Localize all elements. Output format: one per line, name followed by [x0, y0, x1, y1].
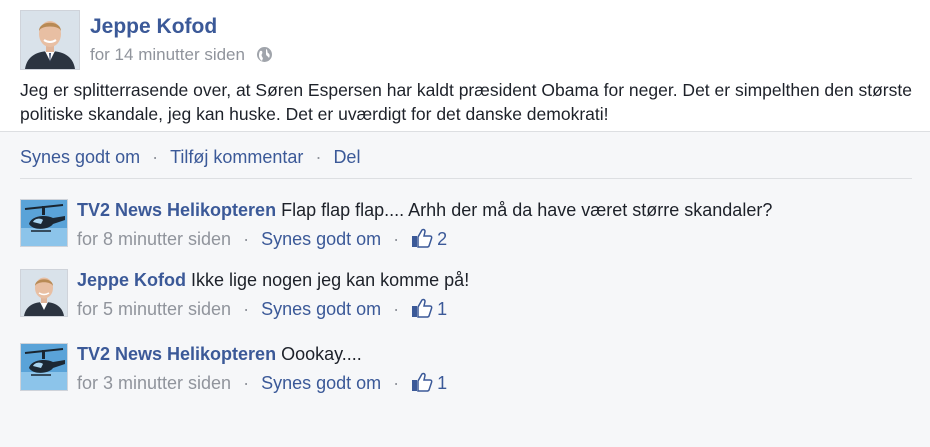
globe-icon[interactable] [256, 46, 273, 69]
post-time-text[interactable]: for 14 minutter siden [90, 45, 245, 64]
comment-time[interactable]: for 5 minutter siden [77, 299, 231, 319]
author-avatar[interactable] [20, 10, 80, 70]
separator: · [315, 147, 322, 167]
comment-text: Ikke lige nogen jeg kan komme på! [191, 270, 470, 290]
comment-body: TV2 News Helikopteren Flap flap flap....… [77, 199, 772, 221]
comment-author[interactable]: Jeppe Kofod [77, 270, 186, 290]
commenter-avatar[interactable] [20, 199, 68, 247]
comment-like-button[interactable]: Synes godt om [261, 229, 381, 249]
post-message: Jeg er splitterrasende over, at Søren Es… [20, 80, 912, 124]
separator: · [243, 373, 250, 393]
separator: · [243, 299, 250, 319]
post-header: Jeppe Kofod for 14 minutter siden [20, 10, 900, 70]
comment-like-button[interactable]: Synes godt om [261, 299, 381, 319]
share-button[interactable]: Del [333, 147, 360, 167]
add-comment-button[interactable]: Tilføj kommentar [170, 147, 303, 167]
comment-text: Oookay.... [281, 344, 362, 364]
separator: · [393, 229, 400, 249]
comment-author[interactable]: TV2 News Helikopteren [77, 200, 276, 220]
feedback-panel: Synes godt om · Tilføj kommentar · Del TV2 N… [0, 131, 930, 447]
helicopter-icon [21, 200, 67, 246]
post-timestamp: for 14 minutter siden [90, 44, 273, 69]
comment-body: Jeppe Kofod Ikke lige nogen jeg kan komm… [77, 269, 469, 291]
thumbs-up-icon[interactable] [411, 228, 433, 253]
like-count[interactable]: 1 [437, 299, 447, 319]
thumbs-up-icon[interactable] [411, 298, 433, 323]
comment: TV2 News Helikopteren Oookay.... for 3 m… [20, 343, 910, 399]
like-count[interactable]: 1 [437, 373, 447, 393]
thumbs-up-icon[interactable] [411, 372, 433, 397]
comment-meta: for 8 minutter siden · Synes godt om · 2 [77, 228, 447, 253]
comment-author[interactable]: TV2 News Helikopteren [77, 344, 276, 364]
separator: · [393, 299, 400, 319]
comment-text: Flap flap flap.... Arhh der må da have v… [281, 200, 773, 220]
person-photo [21, 270, 67, 316]
post-author-name[interactable]: Jeppe Kofod [90, 14, 217, 40]
divider [20, 178, 912, 179]
like-button[interactable]: Synes godt om [20, 147, 140, 167]
comment-like-button[interactable]: Synes godt om [261, 373, 381, 393]
comment-meta: for 3 minutter siden · Synes godt om · 1 [77, 372, 447, 397]
separator: · [393, 373, 400, 393]
comment: TV2 News Helikopteren Flap flap flap....… [20, 199, 910, 255]
post-actions: Synes godt om · Tilføj kommentar · Del [20, 145, 360, 169]
comment-time[interactable]: for 3 minutter siden [77, 373, 231, 393]
person-photo [21, 11, 79, 69]
commenter-avatar[interactable] [20, 343, 68, 391]
like-count[interactable]: 2 [437, 229, 447, 249]
separator: · [243, 229, 250, 249]
comment: Jeppe Kofod Ikke lige nogen jeg kan komm… [20, 269, 910, 325]
comment-meta: for 5 minutter siden · Synes godt om · 1 [77, 298, 447, 323]
commenter-avatar[interactable] [20, 269, 68, 317]
helicopter-icon [21, 344, 67, 390]
separator: · [152, 147, 159, 167]
comment-time[interactable]: for 8 minutter siden [77, 229, 231, 249]
comment-body: TV2 News Helikopteren Oookay.... [77, 343, 362, 365]
